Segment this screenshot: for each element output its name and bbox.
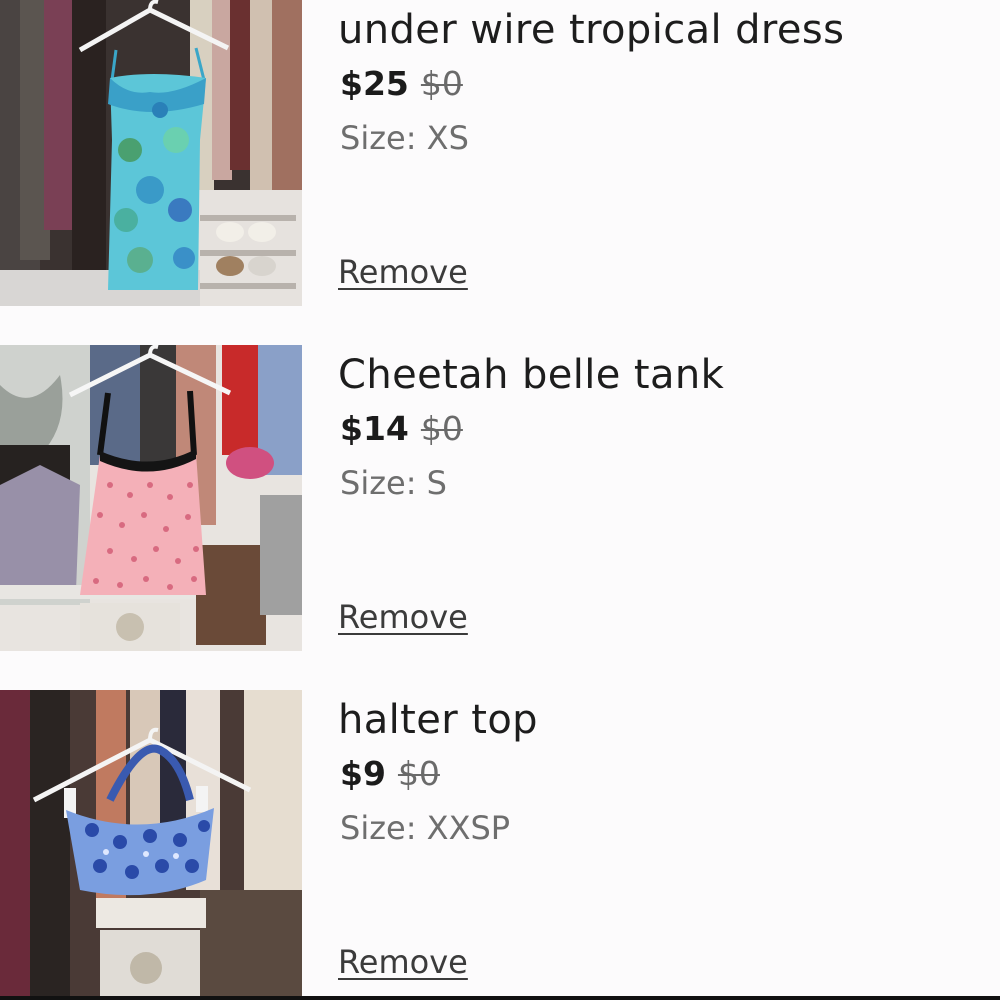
product-thumbnail[interactable] bbox=[0, 345, 302, 651]
item-title[interactable]: under wire tropical dress bbox=[338, 4, 844, 56]
product-thumbnail[interactable] bbox=[0, 0, 302, 306]
item-info: halter top $9 $0 Size: XXSP Remove bbox=[338, 690, 978, 996]
price-row: $14 $0 bbox=[340, 407, 463, 451]
item-title[interactable]: Cheetah belle tank bbox=[338, 349, 724, 401]
cart-item: under wire tropical dress $25 $0 Size: XS… bbox=[0, 0, 1000, 306]
tank-top-photo-icon bbox=[0, 345, 302, 651]
item-size: Size: S bbox=[340, 464, 447, 502]
item-original-price: $0 bbox=[397, 754, 440, 793]
price-row: $25 $0 bbox=[340, 62, 463, 106]
item-original-price: $0 bbox=[420, 409, 463, 448]
bottom-divider bbox=[0, 996, 1000, 1000]
item-price: $25 bbox=[340, 64, 409, 103]
item-title[interactable]: halter top bbox=[338, 694, 538, 746]
cart-item-list: under wire tropical dress $25 $0 Size: XS… bbox=[0, 0, 1000, 1000]
remove-button[interactable]: Remove bbox=[338, 595, 468, 639]
dress-photo-icon bbox=[0, 0, 302, 306]
remove-button[interactable]: Remove bbox=[338, 250, 468, 294]
product-thumbnail[interactable] bbox=[0, 690, 302, 996]
item-price: $14 bbox=[340, 409, 409, 448]
item-size: Size: XXSP bbox=[340, 809, 511, 847]
halter-top-photo-icon bbox=[0, 690, 302, 996]
item-info: under wire tropical dress $25 $0 Size: XS… bbox=[338, 0, 978, 306]
cart-item: Cheetah belle tank $14 $0 Size: S Remove bbox=[0, 345, 1000, 651]
item-info: Cheetah belle tank $14 $0 Size: S Remove bbox=[338, 345, 978, 651]
price-row: $9 $0 bbox=[340, 752, 440, 796]
cart-item: halter top $9 $0 Size: XXSP Remove bbox=[0, 690, 1000, 996]
remove-button[interactable]: Remove bbox=[338, 940, 468, 984]
item-price: $9 bbox=[340, 754, 386, 793]
item-size: Size: XS bbox=[340, 119, 469, 157]
item-original-price: $0 bbox=[420, 64, 463, 103]
